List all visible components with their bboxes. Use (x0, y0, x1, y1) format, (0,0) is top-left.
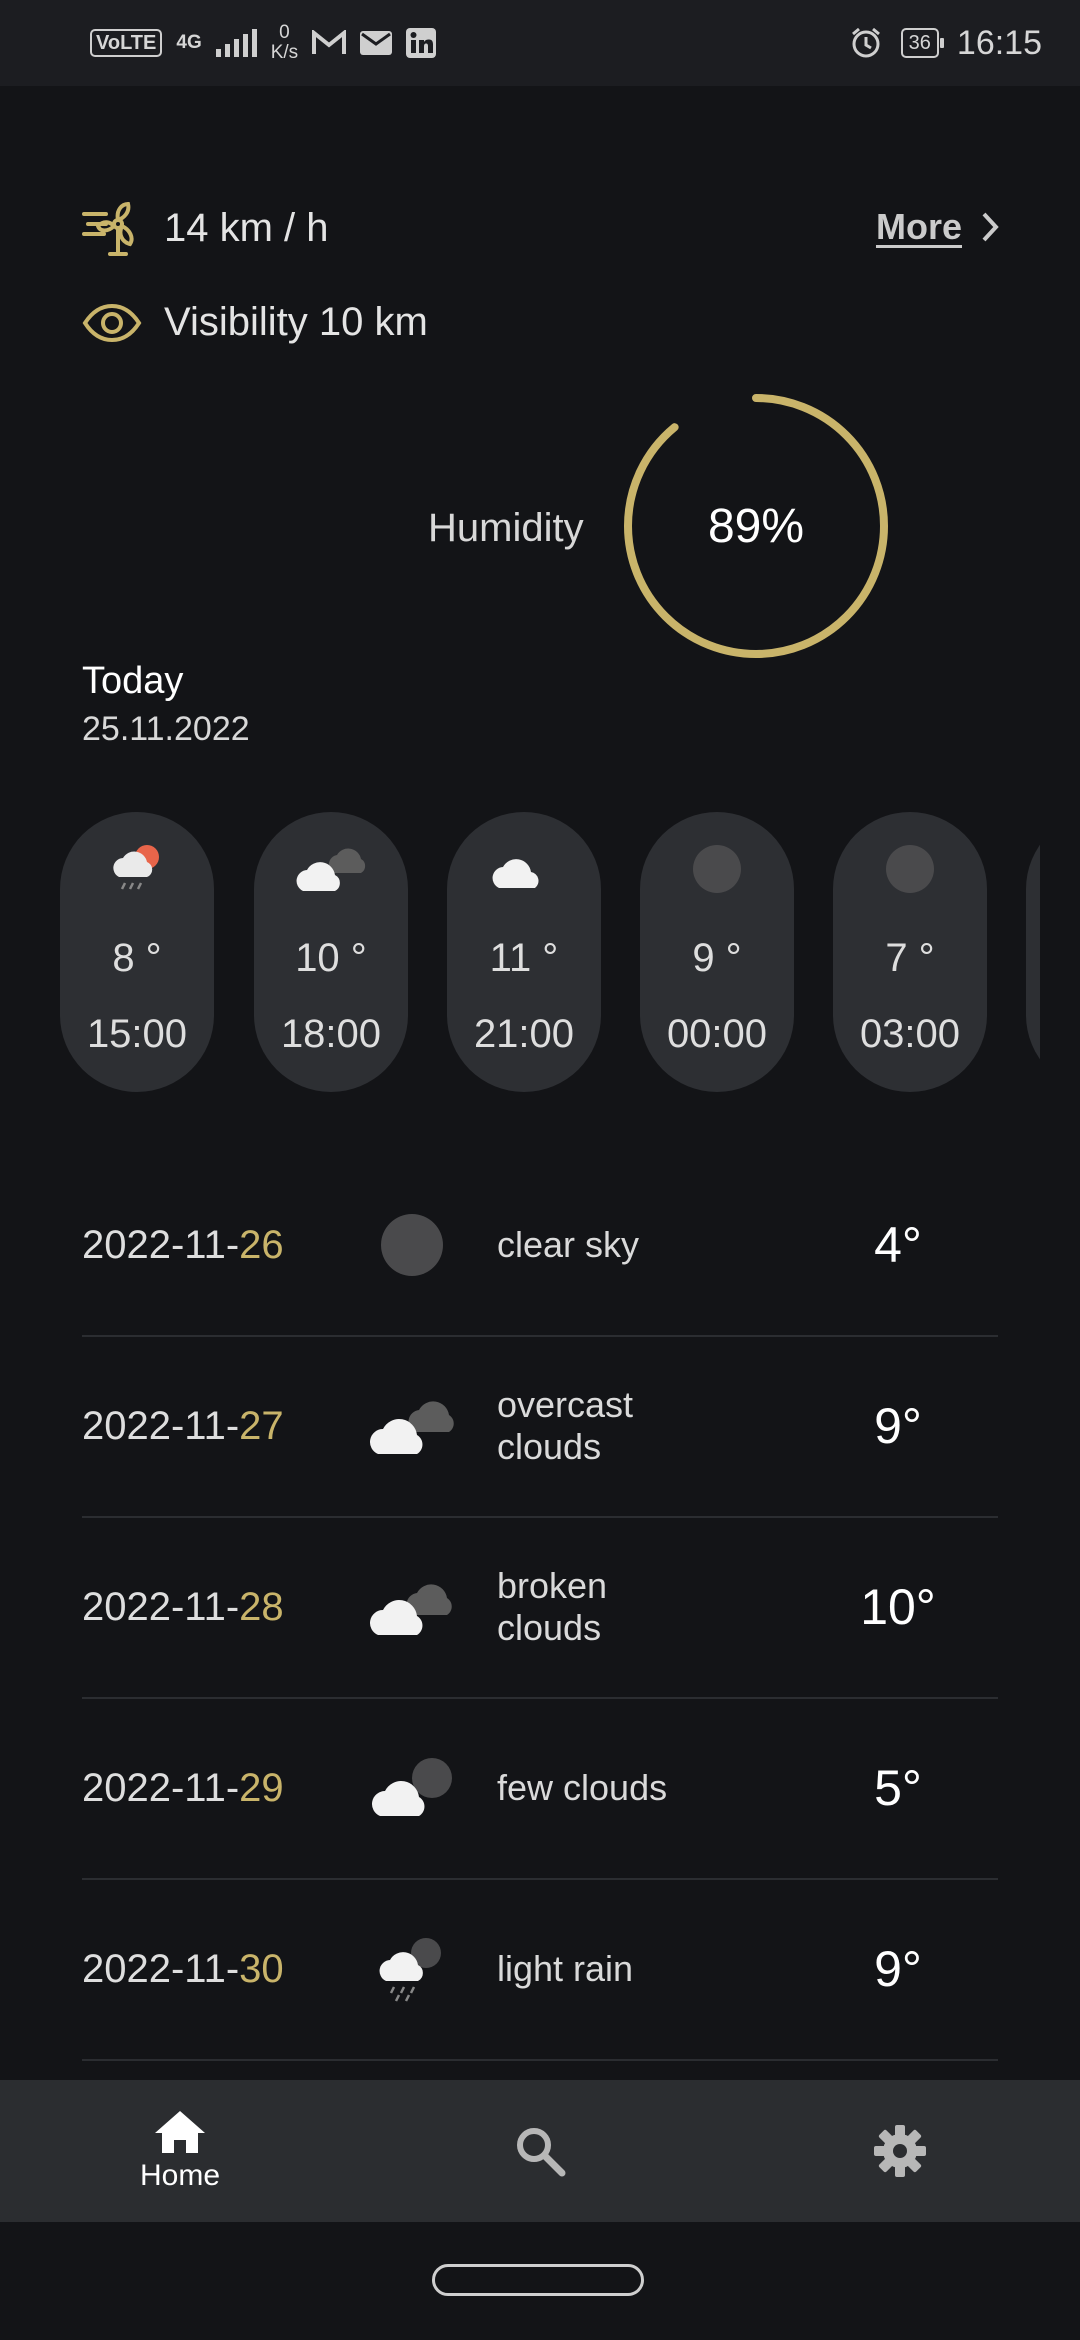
daily-date: 2022-11- 30 (82, 1946, 284, 1991)
battery-indicator: 36 (900, 28, 945, 58)
daily-description: few clouds (497, 1767, 668, 1808)
humidity-label: Humidity (428, 506, 584, 550)
daily-row[interactable]: 2022-11- 30 light rain 9° (82, 1879, 998, 2061)
hourly-time: 03:00 (859, 1012, 961, 1056)
hourly-item: 8 ° 15:00 (60, 812, 214, 1092)
daily-day: 26 (239, 1222, 284, 1267)
status-bar-left: VoLTE 4G 0 K/s (90, 18, 437, 68)
moon-icon (693, 845, 741, 893)
hourly-item: 7 ° 03:00 (833, 812, 987, 1092)
signal-strength-icon (215, 29, 257, 57)
daily-temp: 5° (874, 1760, 922, 1816)
daily-description: overcast clouds (497, 1384, 634, 1467)
daily-description: light rain (497, 1948, 634, 1989)
status-bar-right: 36 16:15 (849, 18, 1042, 68)
daily-description: clear sky (497, 1224, 640, 1265)
cloud-icon (492, 859, 539, 888)
clock: 16:15 (956, 23, 1042, 62)
overcast-clouds-icon (370, 1401, 454, 1454)
overcast-clouds-icon (296, 848, 366, 891)
daily-row[interactable]: 2022-11- 26 clear sky 4° (82, 1155, 998, 1337)
moon-icon (886, 845, 934, 893)
daily-temp: 9° (874, 1941, 922, 1997)
today-date: 25.11.2022 (82, 710, 250, 748)
home-icon (155, 2111, 205, 2153)
gear-icon (874, 2125, 926, 2177)
moon-icon (381, 1214, 443, 1276)
network-speed: 0 K/s (271, 23, 298, 63)
hourly-time: 18:00 (280, 1012, 382, 1056)
humidity-value: 89% (707, 499, 805, 553)
hourly-item: 11 ° 21:00 (447, 812, 601, 1092)
broken-clouds-icon (370, 1584, 452, 1635)
hourly-temp: 8 ° (112, 936, 162, 980)
nav-settings[interactable] (850, 2080, 950, 2222)
daily-day: 30 (239, 1946, 284, 1991)
wind-speed-row: 14 km / h (82, 200, 329, 256)
hourly-temp: 10 ° (295, 936, 367, 980)
more-link[interactable]: More (876, 206, 1000, 248)
more-label: More (875, 206, 962, 247)
today-label: Today (82, 660, 184, 702)
nav-home-label: Home (139, 2159, 221, 2192)
home-gesture-bar[interactable] (432, 2264, 644, 2296)
hourly-time: 21:00 (473, 1012, 575, 1056)
hourly-forecast[interactable]: 8 ° 15:00 10 ° 18:00 11 ° 21:00 9 ° 00:0… (0, 812, 1040, 1092)
hourly-item: 10 ° 18:00 (254, 812, 408, 1092)
linkedin-icon (406, 28, 437, 58)
network-speed-value: 0 (279, 22, 290, 43)
nav-home[interactable]: Home (110, 2080, 250, 2222)
wind-turbine-icon (82, 201, 134, 256)
daily-date: 2022-11- 27 (82, 1403, 284, 1448)
daily-temp: 4° (874, 1217, 922, 1273)
sun-cloud-rain-icon (113, 845, 159, 890)
daily-row[interactable]: 2022-11- 28 broken clouds 10° (82, 1517, 998, 1699)
daily-temp: 9° (874, 1398, 922, 1454)
light-rain-icon (379, 1938, 441, 2002)
daily-row[interactable]: 2022-11- 29 few clouds 5° (82, 1698, 998, 1880)
hourly-temp: 11 ° (489, 936, 559, 980)
daily-row[interactable]: 2022-11- 27 overcast clouds 9° (82, 1336, 998, 1518)
gmail-icon (312, 30, 347, 54)
hourly-temp: 9 ° (692, 936, 742, 980)
hourly-item: 9 ° 00:00 (640, 812, 794, 1092)
hourly-temp: 7 ° (885, 936, 935, 980)
hourly-time: 15:00 (86, 1012, 188, 1056)
few-clouds-icon (372, 1758, 452, 1816)
visibility-text: Visibility 10 km (164, 300, 428, 344)
daily-date: 2022-11- 28 (82, 1584, 284, 1629)
status-bar: VoLTE 4G 0 K/s 36 16:15 (0, 0, 1080, 86)
system-navigation-bar (0, 2222, 1080, 2340)
eye-icon (82, 303, 142, 342)
network-speed-unit: K/s (270, 42, 299, 63)
volte-indicator: VoLTE (90, 29, 163, 57)
wind-speed-text: 14 km / h (164, 205, 329, 250)
daily-description: broken clouds (497, 1565, 608, 1648)
nav-search[interactable] (490, 2080, 590, 2222)
hourly-time: 00:00 (666, 1012, 768, 1056)
bottom-navigation: Home (0, 2080, 1080, 2222)
daily-day: 28 (239, 1584, 284, 1629)
daily-day: 29 (239, 1765, 284, 1810)
daily-day: 27 (239, 1403, 284, 1448)
visibility-row: Visibility 10 km (82, 300, 428, 345)
chevron-right-icon (982, 212, 999, 242)
search-icon (517, 2128, 566, 2177)
daily-date: 2022-11- 26 (82, 1222, 284, 1267)
mail-icon (360, 31, 393, 55)
hourly-item-partial (1026, 812, 1040, 1092)
network-type: 4G (176, 32, 202, 53)
alarm-icon (851, 27, 880, 58)
daily-date: 2022-11- 29 (82, 1765, 284, 1810)
daily-temp: 10° (860, 1579, 936, 1635)
